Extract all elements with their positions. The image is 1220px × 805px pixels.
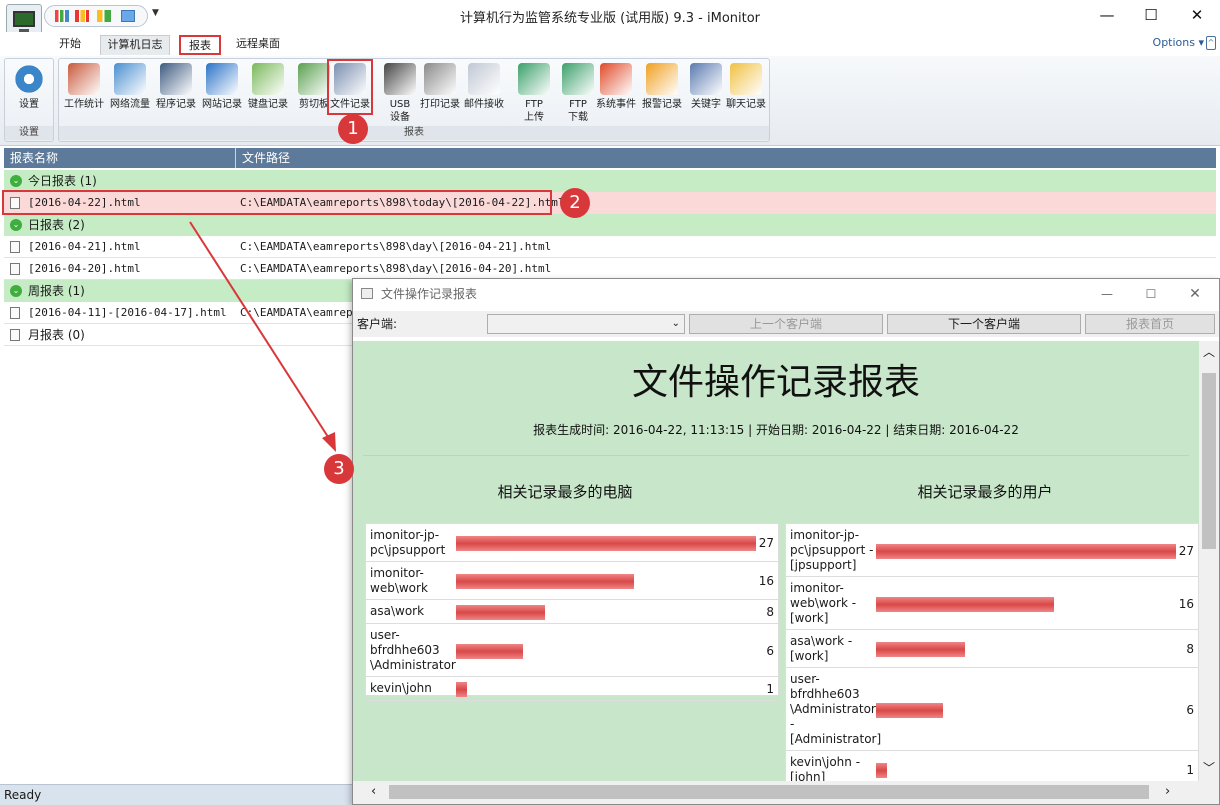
table-row: imonitor- web\work - [work] 16 xyxy=(786,577,1198,630)
next-client-button[interactable]: 下一个客户端 xyxy=(887,314,1081,334)
value-bar xyxy=(456,682,467,697)
table-row: asa\work 8 xyxy=(366,600,778,624)
row-label: imonitor-jp- pc\jpsupport xyxy=(370,528,446,557)
table-row: asa\work - [work] 8 xyxy=(786,630,1198,668)
row-value: 1 xyxy=(1186,763,1194,777)
row-label: asa\work - [work] xyxy=(790,634,853,663)
report-window: 文件操作记录报表 — ☐ ✕ 客户端: ⌄ 上一个客户端 下一个客户端 报表首页… xyxy=(352,278,1220,805)
scroll-thumb[interactable] xyxy=(1202,373,1216,549)
annotation-marker-1: 1 xyxy=(338,114,368,144)
prev-client-button[interactable]: 上一个客户端 xyxy=(689,314,883,334)
chevron-down-icon: ⌄ xyxy=(671,318,680,329)
vertical-scrollbar[interactable]: ︿ ﹀ xyxy=(1199,341,1219,781)
window-icon xyxy=(361,288,373,299)
divider xyxy=(363,455,1189,456)
scroll-left-icon[interactable]: ‹ xyxy=(371,784,376,799)
value-bar xyxy=(456,644,523,659)
table-row: kevin\john - [john] 1 xyxy=(786,751,1198,781)
row-label: imonitor-jp- pc\jpsupport - [jpsupport] xyxy=(790,528,874,572)
report-content: 文件操作记录报表 报表生成时间: 2016-04-22, 11:13:15 | … xyxy=(353,341,1199,781)
row-value: 16 xyxy=(758,574,774,588)
row-label: asa\work xyxy=(370,604,425,618)
table-row: imonitor-jp- pc\jpsupport - [jpsupport] 2… xyxy=(786,524,1198,577)
row-value: 27 xyxy=(1178,544,1194,558)
value-bar xyxy=(876,703,943,718)
client-label: 客户端: xyxy=(357,317,398,331)
computers-table: imonitor-jp- pc\jpsupport 27 imonitor- web… xyxy=(365,523,779,701)
report-window-titlebar: 文件操作记录报表 — ☐ ✕ xyxy=(353,279,1219,309)
table-row: user- bfrdhhe603 \Administrator 6 xyxy=(366,624,778,677)
row-label: imonitor- web\work - [work] xyxy=(790,581,857,625)
value-bar xyxy=(876,597,1054,612)
report-info: 报表生成时间: 2016-04-22, 11:13:15 | 开始日期: 201… xyxy=(533,423,1019,437)
annotation-marker-3: 3 xyxy=(324,454,354,484)
value-bar xyxy=(456,605,545,620)
report-close-button[interactable]: ✕ xyxy=(1185,279,1205,309)
report-minimize-button[interactable]: — xyxy=(1097,279,1117,309)
row-value: 6 xyxy=(766,644,774,658)
client-select[interactable]: ⌄ xyxy=(487,314,685,334)
scroll-down-icon[interactable]: ﹀ xyxy=(1203,759,1215,776)
value-bar xyxy=(456,536,756,551)
horizontal-scrollbar[interactable]: ‹ › xyxy=(353,781,1219,804)
table-row: imonitor- web\work 16 xyxy=(366,562,778,600)
row-value: 8 xyxy=(766,605,774,619)
row-label: user- bfrdhhe603 \Administrator - [Admin… xyxy=(790,672,882,746)
row-value: 27 xyxy=(758,536,774,550)
users-section-title: 相关记录最多的用户 xyxy=(917,483,1053,501)
row-value: 8 xyxy=(1186,642,1194,656)
scroll-thumb-h[interactable] xyxy=(389,785,1149,799)
row-value: 1 xyxy=(766,682,774,696)
row-value: 16 xyxy=(1178,597,1194,611)
users-table: imonitor-jp- pc\jpsupport - [jpsupport] 2… xyxy=(785,523,1199,781)
table-row: user- bfrdhhe603 \Administrator - [Admin… xyxy=(786,668,1198,751)
scroll-right-icon[interactable]: › xyxy=(1165,784,1170,799)
value-bar xyxy=(876,763,887,778)
row-label: imonitor- web\work xyxy=(370,566,428,595)
row-label: user- bfrdhhe603 \Administrator xyxy=(370,628,456,672)
row-label: kevin\john - [john] xyxy=(790,755,861,781)
report-maximize-button[interactable]: ☐ xyxy=(1141,279,1161,309)
row-value: 6 xyxy=(1186,703,1194,717)
table-row: imonitor-jp- pc\jpsupport 27 xyxy=(366,524,778,562)
row-label: kevin\john xyxy=(370,681,432,695)
report-window-title: 文件操作记录报表 xyxy=(381,287,478,301)
value-bar xyxy=(456,574,634,589)
scroll-up-icon[interactable]: ︿ xyxy=(1203,343,1215,360)
report-toolbar: 客户端: ⌄ 上一个客户端 下一个客户端 报表首页 xyxy=(353,311,1219,337)
report-heading: 文件操作记录报表 xyxy=(631,362,920,403)
computers-section-title: 相关记录最多的电脑 xyxy=(497,483,633,501)
annotation-marker-2: 2 xyxy=(560,188,590,218)
value-bar xyxy=(876,642,965,657)
value-bar xyxy=(876,544,1176,559)
report-home-button[interactable]: 报表首页 xyxy=(1085,314,1215,334)
table-row: kevin\john 1 xyxy=(366,677,778,701)
